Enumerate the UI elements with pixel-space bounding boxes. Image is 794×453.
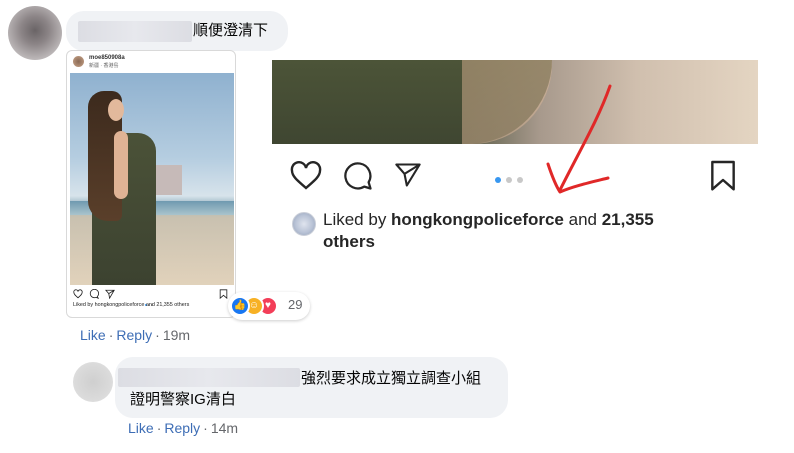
- ig-location: 新疆 · 香港島: [89, 63, 119, 69]
- share-icon: [105, 289, 115, 299]
- comment-text-line2: 證明警察IG清白: [130, 391, 236, 408]
- comment-actions: Like · Reply · 19m: [80, 327, 191, 343]
- ig-post-photo: [70, 73, 234, 285]
- comment-icon: [89, 289, 99, 299]
- attached-image[interactable]: moe850908a 新疆 · 香港島 Liked by hongkongpol…: [66, 50, 236, 318]
- carousel-dot: [517, 177, 523, 183]
- ig-avatar: [73, 56, 84, 67]
- police-badge-avatar: [292, 212, 316, 236]
- pixelated-region: [156, 165, 182, 195]
- ig-post-header: moe850908a 新疆 · 香港島: [67, 51, 235, 73]
- comment-actions: Like · Reply · 14m: [128, 420, 239, 436]
- ig-likes-text: Liked by hongkongpoliceforce and 21,355 …: [73, 302, 190, 308]
- carousel-dot: [495, 177, 501, 183]
- comment-icon: [344, 162, 372, 190]
- like-link[interactable]: Like: [128, 420, 154, 436]
- commenter-avatar[interactable]: [73, 362, 113, 402]
- reply-link[interactable]: Reply: [116, 327, 152, 343]
- reply-link[interactable]: Reply: [164, 420, 200, 436]
- ig-carousel-dots: [145, 293, 157, 306]
- comment-timestamp[interactable]: 19m: [163, 327, 190, 343]
- attached-image-zoomed[interactable]: Liked by hongkongpoliceforce and 21,355 …: [272, 60, 758, 256]
- commenter-name-redacted[interactable]: [78, 21, 192, 42]
- heart-icon: [73, 289, 83, 299]
- red-arrow-annotation: [546, 84, 612, 194]
- like-link[interactable]: Like: [80, 327, 106, 343]
- reaction-summary[interactable]: ♥ ☺ 👍 29: [228, 292, 310, 320]
- ig-username: moe850908a: [89, 55, 125, 61]
- bookmark-icon: [219, 289, 228, 299]
- comment-text-line1: 強烈要求成立獨立調查小組: [301, 370, 482, 387]
- carousel-dots: [495, 170, 528, 188]
- liked-by-text: Liked by hongkongpoliceforce and 21,355: [323, 210, 654, 229]
- heart-icon: [290, 161, 322, 190]
- reaction-count: 29: [288, 297, 303, 312]
- comment-timestamp[interactable]: 14m: [211, 420, 238, 436]
- commenter-avatar[interactable]: [8, 6, 62, 60]
- bookmark-icon: [711, 160, 735, 191]
- like-icon: 👍: [230, 296, 250, 316]
- ig-action-bar: Liked by hongkongpoliceforce and 21,355 …: [67, 285, 235, 317]
- zoomed-photo-crop: [272, 60, 758, 144]
- commenter-name-redacted[interactable]: [118, 368, 300, 387]
- carousel-dot: [506, 177, 512, 183]
- comment-text: 順便澄清下: [193, 22, 269, 39]
- share-icon: [395, 163, 421, 187]
- liked-by-others: others: [323, 232, 375, 251]
